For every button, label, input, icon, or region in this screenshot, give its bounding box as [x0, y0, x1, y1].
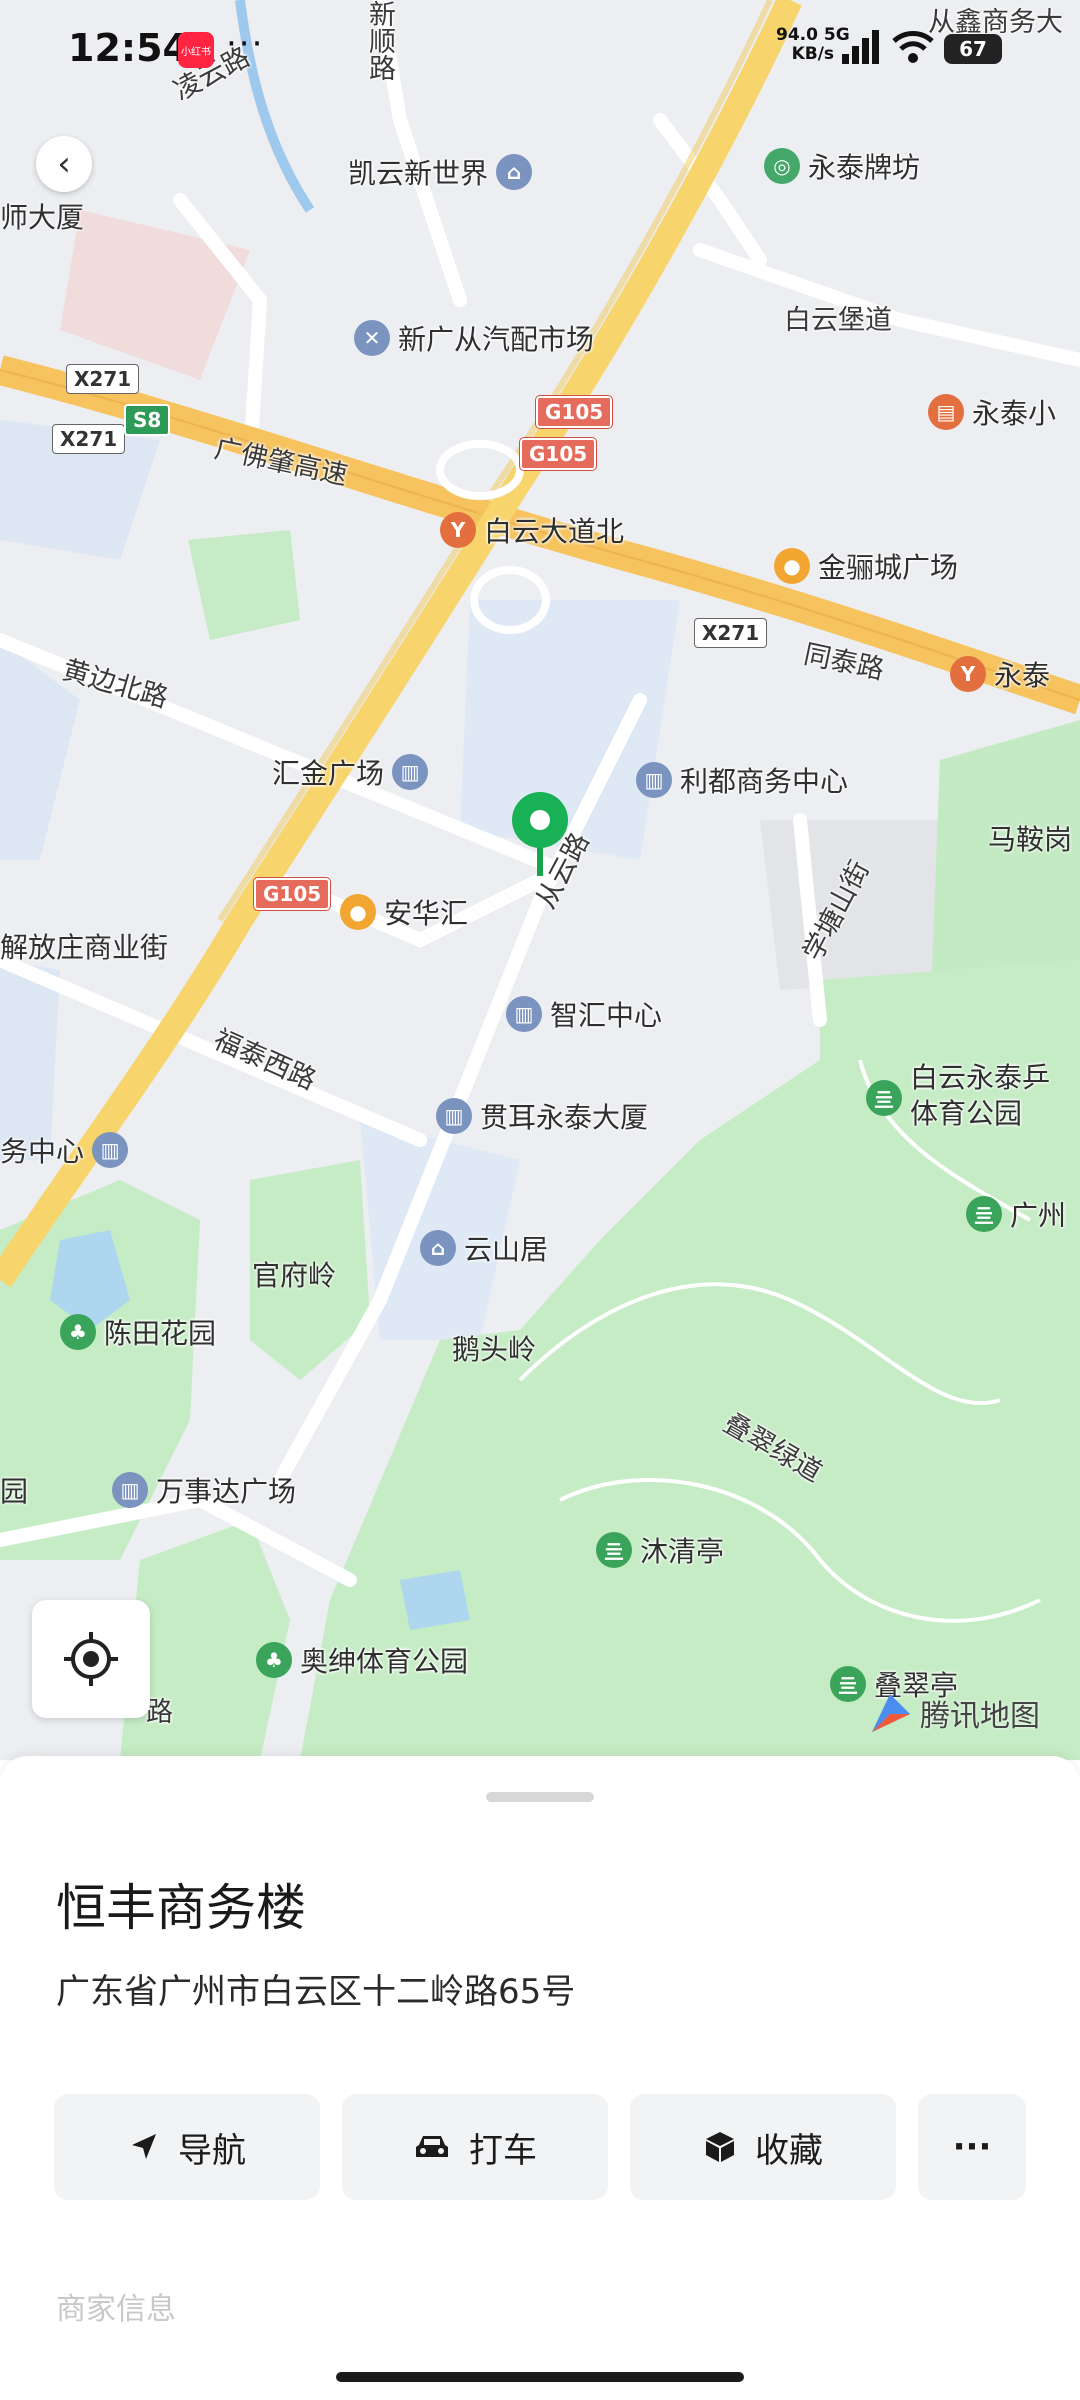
road-shield: X271: [66, 364, 140, 394]
building-icon: ▥: [112, 1472, 148, 1508]
poi-guangzhou[interactable]: 亖广州: [966, 1194, 1066, 1234]
road-shield: X271: [52, 424, 126, 454]
tree-icon: ♣: [256, 1642, 292, 1678]
road-shield: G105: [520, 438, 597, 470]
place-detail-sheet: 恒丰商务楼 广东省广州市白云区十二岭路65号 导航 打车 收藏 ··· 商家信息: [0, 1756, 1080, 2400]
poi-aoshen-sports-park[interactable]: ♣ 奥绅体育公园: [256, 1640, 468, 1680]
road-shield: G105: [536, 396, 613, 428]
poi-jinli-plaza[interactable]: ● 金骊城广场: [774, 546, 958, 586]
network-speed: 94.0 5G KB/s: [776, 25, 850, 64]
signal-icon: [842, 30, 879, 64]
road-label: 路: [146, 1697, 173, 1728]
app-notification-icon: 小红书: [178, 32, 214, 68]
house-icon: ⌂: [496, 154, 533, 190]
road-label: 白云堡道: [784, 305, 892, 336]
tree-icon: ♣: [60, 1314, 96, 1350]
taxi-button[interactable]: 打车: [342, 2094, 608, 2200]
status-bar: 12:54 小红书 ··· 94.0 5G KB/s 67: [0, 0, 1080, 100]
poi-chentian-garden[interactable]: ♣ 陈田花园: [60, 1312, 216, 1352]
poi-baiyun-dadao-bei[interactable]: Y 白云大道北: [440, 510, 624, 550]
road-shield: G105: [254, 878, 331, 910]
locate-me-button[interactable]: [32, 1600, 150, 1718]
house-icon: ⌂: [420, 1230, 456, 1266]
poi-auto-parts-market[interactable]: ✕ 新广从汽配市场: [354, 318, 594, 358]
crosshair-icon: [64, 1632, 118, 1686]
tencent-map-logo-icon: [872, 1694, 910, 1732]
poi-business-center[interactable]: 务中心 ▥: [0, 1130, 129, 1170]
place-title: 恒丰商务楼: [56, 1879, 306, 1937]
poi-anhuahui[interactable]: ● 安华汇: [340, 892, 468, 932]
poi-kaiyun[interactable]: 凯云新世界 ⌂: [348, 152, 533, 192]
building-icon: ▥: [436, 1098, 472, 1134]
home-indicator[interactable]: [336, 2372, 744, 2382]
map-label: 园: [0, 1475, 29, 1508]
more-options-button[interactable]: ···: [918, 2094, 1026, 2200]
shopping-icon: ●: [774, 548, 810, 584]
merchant-info-header: 商家信息: [56, 2292, 176, 2327]
metro-icon: Y: [440, 512, 476, 548]
map-label: 解放庄商业街: [0, 931, 169, 964]
chevron-left-icon: ‹: [57, 144, 71, 184]
wifi-icon: [892, 31, 934, 63]
park-icon: 亖: [596, 1532, 632, 1568]
poi-yongtai-paifang[interactable]: ◎ 永泰牌坊: [764, 146, 920, 186]
school-icon: ▤: [928, 394, 964, 430]
map-view[interactable]: 新顺路 凌云路 白云堡道 广佛肇高速 黄边北路 同泰路 从云路 学塘山街 福泰西…: [0, 0, 1080, 1760]
sheet-drag-handle[interactable]: [486, 1792, 594, 1802]
building-icon: ▥: [92, 1132, 129, 1168]
park-icon: 亖: [830, 1666, 866, 1702]
shopping-icon: ●: [340, 894, 376, 930]
more-dots-icon: ···: [952, 2127, 992, 2167]
road-shield: S8: [124, 404, 171, 436]
map-label: 官府岭: [252, 1259, 337, 1292]
car-icon: [416, 2136, 448, 2157]
park-icon: 亖: [966, 1196, 1002, 1232]
back-button[interactable]: ‹: [36, 136, 92, 192]
navigation-arrow-icon: [132, 2134, 156, 2159]
building-icon: ▥: [506, 996, 542, 1032]
map-logo: 腾讯地图: [868, 1690, 1040, 1736]
map-label: 马鞍岗: [988, 823, 1073, 856]
map-label: 师大厦: [0, 201, 85, 234]
park-icon: 亖: [866, 1080, 902, 1116]
place-address: 广东省广州市白云区十二岭路65号: [56, 1972, 576, 2012]
poi-guaner-yongtai[interactable]: ▥ 贯耳永泰大厦: [436, 1096, 648, 1136]
poi-huijin-plaza[interactable]: 汇金广场 ▥: [272, 752, 429, 792]
poi-yunshanju[interactable]: ⌂ 云山居: [420, 1228, 548, 1268]
poi-yongtai-sports-park[interactable]: 亖白云永泰乒 体育公园: [866, 1060, 1050, 1132]
battery-icon: 67: [944, 34, 1002, 64]
more-notifications-icon: ···: [226, 24, 265, 64]
cube-icon: [706, 2132, 734, 2162]
landmark-icon: ◎: [764, 148, 800, 184]
navigate-button[interactable]: 导航: [54, 2094, 320, 2200]
favorite-button[interactable]: 收藏: [630, 2094, 896, 2200]
building-icon: ▥: [636, 762, 672, 798]
map-label: 鹅头岭: [452, 1333, 537, 1366]
poi-yongtai-metro[interactable]: Y 永泰: [950, 654, 1050, 694]
poi-muqing-pavilion[interactable]: 亖沐清亭: [596, 1530, 724, 1570]
poi-lidu-business[interactable]: ▥ 利都商务中心: [636, 760, 848, 800]
poi-zhihui-center[interactable]: ▥ 智汇中心: [506, 994, 662, 1034]
poi-yongtai-school[interactable]: ▤ 永泰小: [928, 392, 1056, 432]
road-shield: X271: [694, 618, 768, 648]
metro-icon: Y: [950, 656, 986, 692]
status-time: 12:54: [68, 26, 189, 70]
tools-icon: ✕: [354, 320, 390, 356]
poi-wanshida-plaza[interactable]: ▥ 万事达广场: [112, 1470, 296, 1510]
building-icon: ▥: [392, 754, 429, 790]
